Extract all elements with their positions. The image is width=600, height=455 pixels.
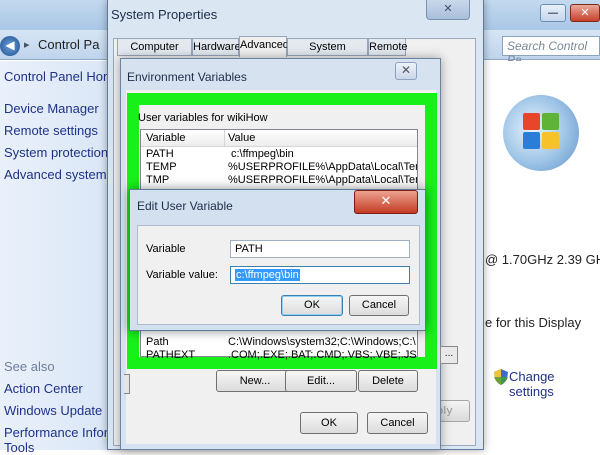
ok-button[interactable]: OK (300, 412, 358, 434)
table-row-value[interactable]: C:\Windows\system32;C:\Windows;C:\... (228, 336, 416, 348)
system-properties-title: System Properties (111, 7, 218, 22)
user-variables-label: User variables for wikiHow (138, 112, 268, 124)
logo-pane-red (523, 113, 540, 130)
close-button[interactable]: ✕ (570, 4, 600, 22)
tab-advanced[interactable]: Advanced (239, 36, 289, 57)
see-also-heading: See also (4, 359, 55, 374)
table-row-value[interactable]: c:\ffmpeg\bin (231, 148, 417, 160)
new-button[interactable]: New... (216, 370, 294, 392)
more-button[interactable]: ... (440, 346, 458, 364)
logo-pane-green (542, 113, 559, 130)
logo-pane-blue (523, 132, 540, 149)
logo-pane-yellow (542, 132, 559, 149)
back-arrow-icon[interactable]: ◀ (0, 36, 20, 56)
control-panel-home-link[interactable]: Control Panel Home (4, 69, 121, 84)
table-row-value[interactable]: .COM;.EXE;.BAT;.CMD;.VBS;.VBE;.JS;.... (228, 349, 416, 361)
edit-user-variable-close-button[interactable]: ✕ (354, 190, 418, 214)
delete-button[interactable]: Delete (358, 370, 418, 392)
see-also-windows-update[interactable]: Windows Update (4, 403, 102, 418)
table-row-variable[interactable]: TMP (146, 174, 169, 186)
cancel-button[interactable]: Cancel (349, 295, 409, 316)
system-properties-close-button[interactable]: ✕ (426, 0, 470, 20)
edit-user-variable-title: Edit User Variable (137, 199, 233, 213)
see-also-action-center[interactable]: Action Center (4, 381, 83, 396)
tab-computer-name[interactable]: Computer Name (117, 38, 192, 69)
change-settings-link[interactable]: Change settings (509, 369, 600, 399)
computer-icon: ▸ (24, 38, 30, 51)
partial-button[interactable] (124, 374, 130, 394)
table-row-variable[interactable]: Path (146, 336, 169, 348)
ok-button[interactable]: OK (281, 295, 343, 316)
windows-logo-icon (503, 95, 579, 171)
display-info: e for this Display (485, 315, 582, 330)
variable-name-label: Variable (146, 243, 186, 255)
column-separator[interactable] (224, 130, 225, 147)
sidebar-item-remote-settings[interactable]: Remote settings (4, 123, 98, 138)
table-row-value[interactable]: %USERPROFILE%\AppData\Local\Temp (228, 174, 417, 186)
column-header-value[interactable]: Value (228, 132, 255, 144)
sidebar-item-device-manager[interactable]: Device Manager (4, 101, 99, 116)
minimize-button[interactable]: — (540, 4, 566, 22)
tab-system-protection[interactable]: System Protection (287, 38, 368, 69)
environment-variables-title: Environment Variables (127, 70, 247, 84)
variable-value-label: Variable value: (146, 269, 218, 281)
processor-speed: @ 1.70GHz 2.39 GHz (485, 252, 600, 267)
tab-remote[interactable]: Remote (368, 38, 408, 56)
see-also-tools[interactable]: Tools (4, 440, 34, 455)
environment-variables-close-button[interactable]: ✕ (395, 62, 417, 80)
selected-value-text: c:\ffmpeg\bin (235, 269, 300, 281)
variable-value-input[interactable]: c:\ffmpeg\bin (230, 266, 410, 284)
cancel-button[interactable]: Cancel (367, 412, 428, 434)
table-row-variable[interactable]: TEMP (146, 161, 177, 173)
variable-name-input[interactable]: PATH (230, 240, 410, 258)
table-row-value[interactable]: %USERPROFILE%\AppData\Local\Temp (228, 161, 417, 173)
column-header-variable[interactable]: Variable (146, 132, 186, 144)
search-input[interactable]: Search Control Pa (502, 36, 600, 67)
shield-icon (494, 369, 508, 385)
tab-hardware[interactable]: Hardware (192, 38, 241, 56)
table-row-variable[interactable]: PATH (146, 148, 174, 160)
sidebar-item-system-protection[interactable]: System protection (4, 145, 108, 160)
breadcrumb[interactable]: Control Pa (38, 37, 99, 52)
edit-button[interactable]: Edit... (285, 370, 357, 392)
table-row-variable[interactable]: PATHEXT (146, 349, 195, 361)
